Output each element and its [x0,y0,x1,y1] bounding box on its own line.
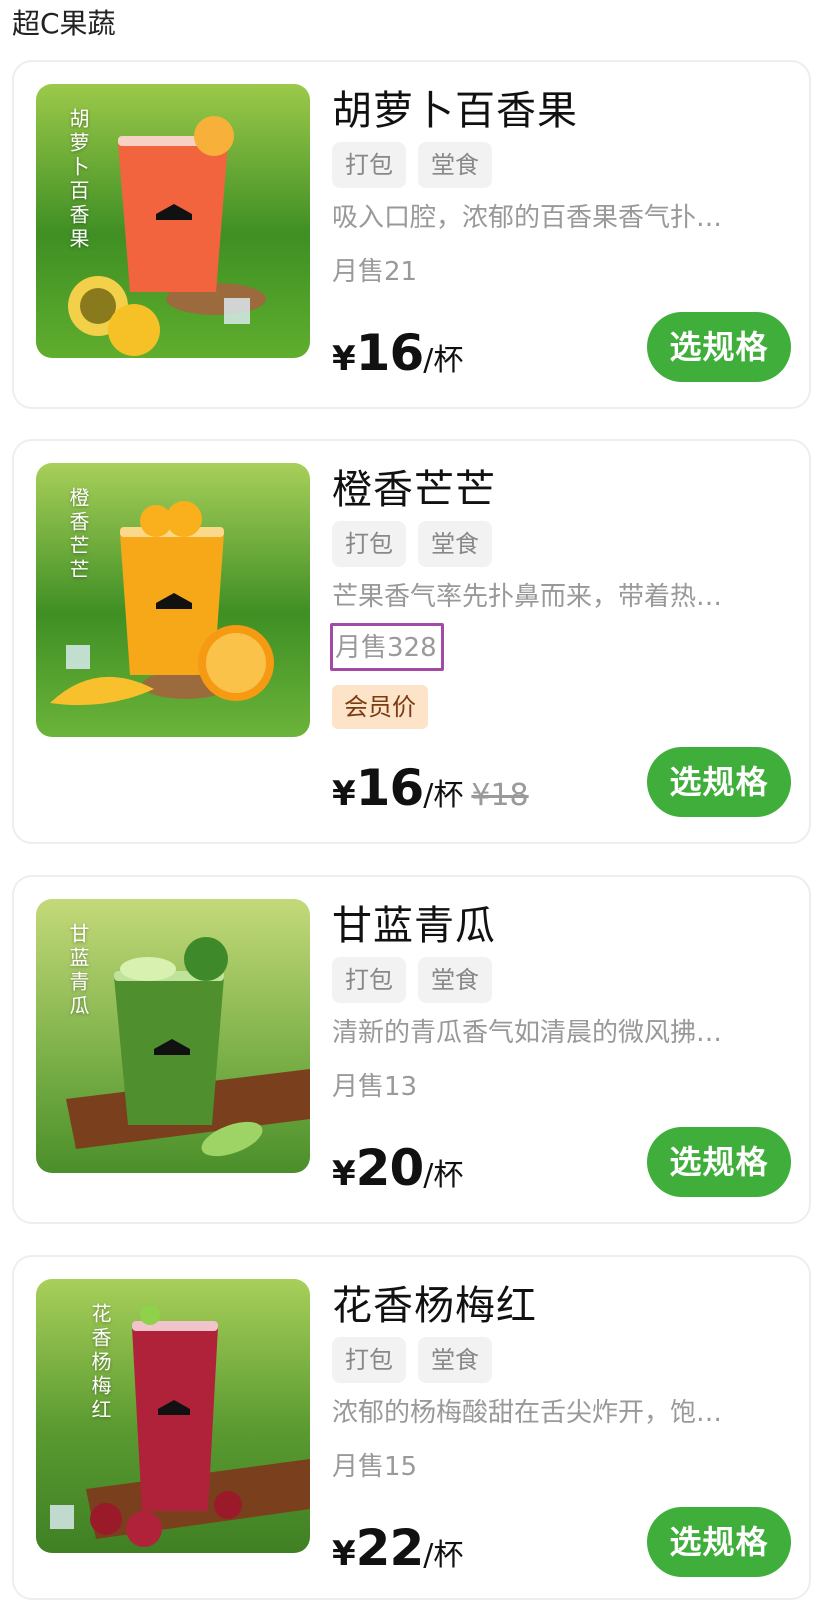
tag-takeaway: 打包 [332,521,406,567]
select-spec-button[interactable]: 选规格 [647,312,791,382]
product-image[interactable]: 橙香芒芒 [36,463,310,737]
price: ¥22/杯 [332,1519,463,1577]
product-description: 清新的青瓜香气如清晨的微风拂… [332,1018,723,1048]
price-unit: /杯 [423,778,464,813]
tag-dine-in: 堂食 [418,957,492,1003]
price: ¥20/杯 [332,1139,463,1197]
select-spec-button[interactable]: 选规格 [647,1127,791,1197]
price: ¥16/杯 ¥18 [332,759,529,817]
product-card[interactable]: 胡萝卜百香果 胡萝卜百香果 打包 堂食 吸入口腔，浓郁的百香果香气扑… 月售21… [12,60,811,409]
price-amount: 16 [355,324,425,382]
currency-symbol: ¥ [332,1534,356,1574]
product-description: 吸入口腔，浓郁的百香果香气扑… [332,203,723,233]
product-card[interactable]: 花香杨梅红 花香杨梅红 打包 堂食 浓郁的杨梅酸甜在舌尖炸开，饱… 月售15 ¥… [12,1255,811,1600]
product-name: 甘蓝青瓜 [332,903,496,949]
monthly-sales: 月售13 [332,1072,418,1102]
tag-takeaway: 打包 [332,142,406,188]
price-unit: /杯 [423,343,464,378]
product-image[interactable]: 甘蓝青瓜 [36,899,310,1173]
currency-symbol: ¥ [332,339,356,379]
member-price-badge: 会员价 [332,685,428,729]
product-image[interactable]: 花香杨梅红 [36,1279,310,1553]
product-name: 胡萝卜百香果 [332,88,578,134]
image-caption: 橙香芒芒 [66,487,90,583]
price-amount: 20 [355,1139,425,1197]
tag-dine-in: 堂食 [418,1337,492,1383]
image-caption: 甘蓝青瓜 [66,923,90,1019]
product-name: 花香杨梅红 [332,1283,537,1329]
product-description: 芒果香气率先扑鼻而来，带着热… [332,582,723,612]
product-image[interactable]: 胡萝卜百香果 [36,84,310,358]
currency-symbol: ¥ [332,774,356,814]
monthly-sales: 月售21 [332,257,418,287]
price-amount: 22 [355,1519,425,1577]
product-card[interactable]: 橙香芒芒 橙香芒芒 打包 堂食 芒果香气率先扑鼻而来，带着热… 月售328 会员… [12,439,811,844]
currency-symbol: ¥ [332,1154,356,1194]
monthly-sales: 月售15 [332,1452,418,1482]
price-unit: /杯 [423,1538,464,1573]
price: ¥16/杯 [332,324,463,382]
price-amount: 16 [355,759,425,817]
select-spec-button[interactable]: 选规格 [647,747,791,817]
select-spec-button[interactable]: 选规格 [647,1507,791,1577]
tag-takeaway: 打包 [332,957,406,1003]
monthly-sales: 月售328 [330,623,444,671]
image-caption: 胡萝卜百香果 [66,108,90,252]
product-description: 浓郁的杨梅酸甜在舌尖炸开，饱… [332,1398,723,1428]
tag-dine-in: 堂食 [418,142,492,188]
original-price: ¥18 [471,778,529,813]
tag-takeaway: 打包 [332,1337,406,1383]
image-caption: 花香杨梅红 [88,1303,112,1423]
product-name: 橙香芒芒 [332,467,496,513]
price-unit: /杯 [423,1158,464,1193]
tag-dine-in: 堂食 [418,521,492,567]
product-card[interactable]: 甘蓝青瓜 甘蓝青瓜 打包 堂食 清新的青瓜香气如清晨的微风拂… 月售13 ¥20… [12,875,811,1224]
section-title: 超C果蔬 [12,7,116,40]
